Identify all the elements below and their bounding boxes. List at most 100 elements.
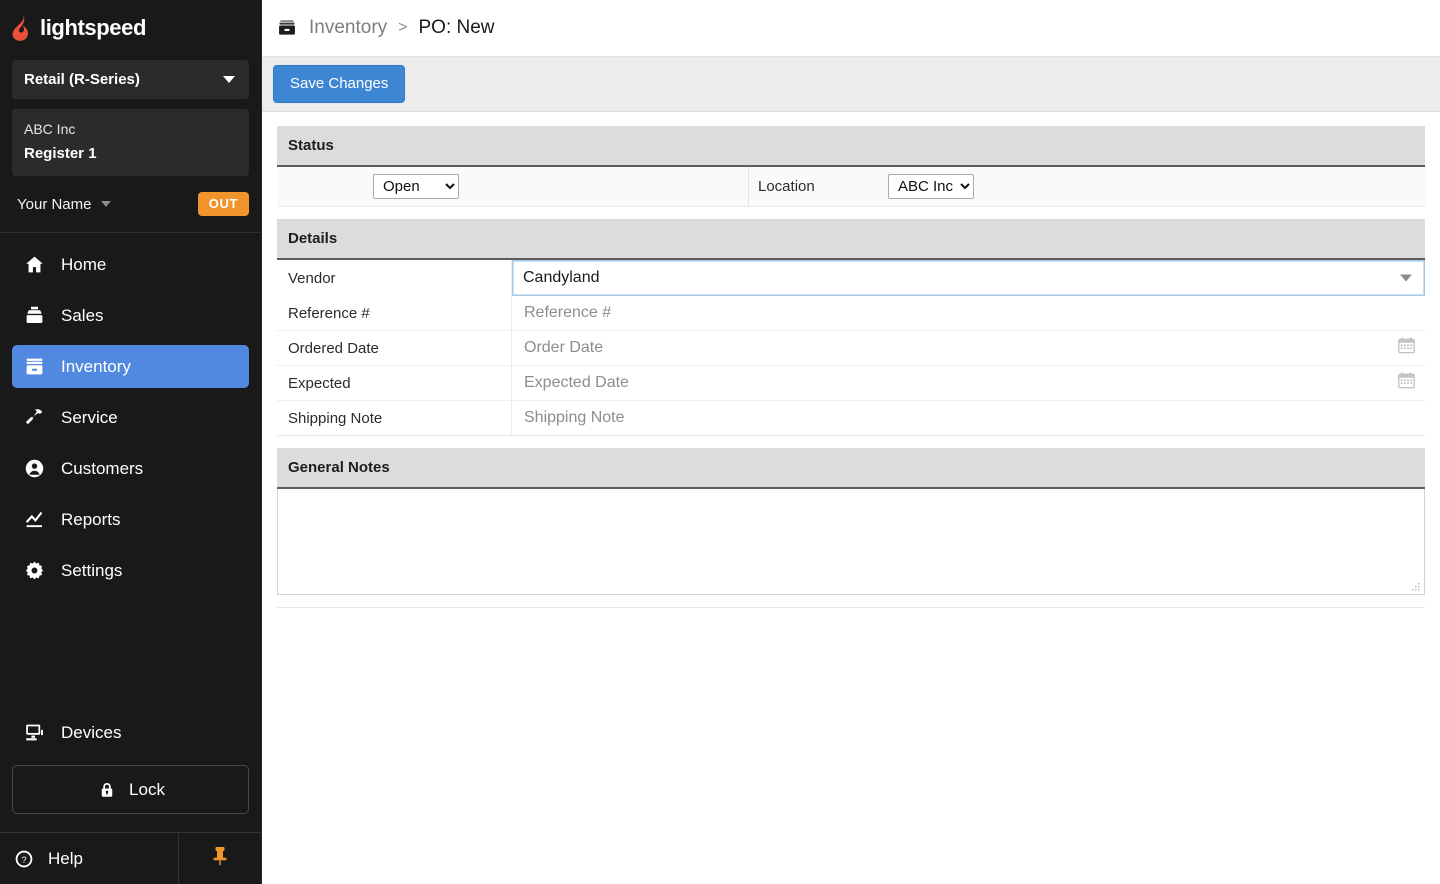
product-selector[interactable]: Retail (R-Series) bbox=[12, 60, 249, 99]
form-scroll-area: Status Open Location ABC Inc Details Ven… bbox=[262, 112, 1440, 884]
general-notes-title: General Notes bbox=[277, 448, 1425, 489]
page-title: PO: New bbox=[418, 17, 495, 38]
ordered-date-input[interactable] bbox=[512, 332, 1425, 364]
monitor-icon bbox=[23, 722, 45, 744]
sidebar-item-inventory[interactable]: Inventory bbox=[12, 345, 249, 389]
status-row: Open Location ABC Inc bbox=[277, 167, 1425, 207]
status-select[interactable]: Open bbox=[373, 174, 459, 199]
brand-name: lightspeed bbox=[40, 15, 147, 40]
general-notes-panel: General Notes bbox=[277, 448, 1425, 595]
sidebar-item-label: Customers bbox=[61, 458, 144, 478]
sidebar-item-label: Sales bbox=[61, 305, 104, 325]
textarea-resize-handle[interactable] bbox=[1410, 580, 1422, 592]
sidebar-item-label: Home bbox=[61, 254, 107, 274]
svg-text:?: ? bbox=[21, 854, 26, 864]
reference-field bbox=[512, 296, 1425, 330]
help-bar: ? Help bbox=[0, 832, 261, 884]
breadcrumb-parent[interactable]: Inventory bbox=[309, 17, 387, 39]
register-info[interactable]: ABC Inc Register 1 bbox=[12, 109, 249, 177]
sidebar-item-devices[interactable]: Devices bbox=[12, 711, 249, 754]
expected-date-field bbox=[512, 366, 1425, 400]
content-divider bbox=[277, 607, 1425, 608]
sidebar-divider bbox=[0, 232, 261, 234]
ordered-date-field bbox=[512, 331, 1425, 365]
breadcrumb-separator: > bbox=[398, 19, 408, 36]
expected-date-input[interactable] bbox=[512, 367, 1425, 399]
chevron-down-icon bbox=[223, 76, 235, 83]
reference-label: Reference # bbox=[277, 296, 512, 330]
location-select-cell: ABC Inc bbox=[884, 167, 1425, 206]
brand-logo[interactable]: lightspeed bbox=[0, 0, 261, 56]
sidebar-nav: Home Sales Inventory Service Customers R… bbox=[0, 243, 261, 600]
details-panel: Details Vendor Reference # bbox=[277, 219, 1425, 436]
sidebar-item-customers[interactable]: Customers bbox=[12, 447, 249, 490]
table-row: Reference # bbox=[277, 296, 1425, 331]
product-selector-value: Retail (R-Series) bbox=[24, 71, 140, 88]
register-company: ABC Inc bbox=[24, 121, 76, 137]
table-row: Ordered Date bbox=[277, 331, 1425, 366]
sidebar-item-label: Service bbox=[61, 407, 118, 427]
register-name: Register 1 bbox=[24, 144, 97, 162]
user-name: Your Name bbox=[17, 195, 92, 213]
help-button[interactable]: ? Help bbox=[0, 833, 178, 884]
status-select-cell: Open bbox=[277, 167, 749, 206]
vendor-label: Vendor bbox=[277, 260, 512, 296]
location-label: Location bbox=[758, 178, 815, 195]
help-button-label: Help bbox=[48, 848, 83, 868]
sidebar-item-settings[interactable]: Settings bbox=[12, 549, 249, 592]
pin-sidebar-button[interactable] bbox=[178, 833, 261, 884]
shipping-note-label: Shipping Note bbox=[277, 401, 512, 435]
vendor-input[interactable] bbox=[513, 269, 1424, 287]
sidebar-item-home[interactable]: Home bbox=[12, 243, 249, 286]
general-notes-textarea[interactable] bbox=[278, 489, 1424, 594]
inventory-box-icon bbox=[276, 17, 298, 39]
status-panel: Status Open Location ABC Inc bbox=[277, 126, 1425, 207]
lock-button[interactable]: Lock bbox=[12, 765, 249, 814]
sidebar-item-label: Reports bbox=[61, 509, 121, 529]
shipping-note-input[interactable] bbox=[512, 402, 1425, 434]
calendar-icon[interactable] bbox=[1398, 337, 1415, 359]
clock-status-badge[interactable]: OUT bbox=[197, 192, 249, 217]
lightspeed-flame-icon bbox=[11, 15, 33, 41]
sidebar-item-reports[interactable]: Reports bbox=[12, 498, 249, 541]
reference-input[interactable] bbox=[512, 297, 1425, 329]
sidebar-item-label: Inventory bbox=[61, 356, 131, 376]
expected-label: Expected bbox=[277, 366, 512, 400]
question-circle-icon: ? bbox=[13, 848, 35, 870]
action-toolbar: Save Changes bbox=[262, 57, 1440, 112]
chevron-down-icon[interactable] bbox=[1400, 274, 1412, 282]
main-content: Inventory > PO: New Save Changes Status … bbox=[262, 0, 1440, 884]
chart-line-icon bbox=[23, 509, 45, 531]
sidebar-item-label: Devices bbox=[61, 722, 122, 742]
breadcrumb: Inventory > PO: New bbox=[262, 0, 1440, 57]
inventory-box-icon bbox=[23, 356, 45, 378]
app-root: lightspeed Retail (R-Series) ABC Inc Reg… bbox=[0, 0, 1440, 884]
calendar-icon[interactable] bbox=[1398, 372, 1415, 394]
sales-register-icon bbox=[23, 305, 45, 327]
location-select[interactable]: ABC Inc bbox=[888, 174, 974, 199]
user-menu[interactable]: Your Name bbox=[17, 196, 111, 213]
status-panel-title: Status bbox=[277, 126, 1425, 167]
sidebar: lightspeed Retail (R-Series) ABC Inc Reg… bbox=[0, 0, 262, 884]
sidebar-item-sales[interactable]: Sales bbox=[12, 294, 249, 337]
purchase-order-form: Status Open Location ABC Inc Details Ven… bbox=[262, 112, 1440, 608]
user-row: Your Name OUT bbox=[0, 176, 261, 232]
vendor-combobox[interactable] bbox=[512, 260, 1425, 296]
hammer-icon bbox=[23, 407, 45, 429]
save-changes-button[interactable]: Save Changes bbox=[273, 65, 406, 103]
sidebar-item-service[interactable]: Service bbox=[12, 396, 249, 439]
pushpin-icon bbox=[211, 845, 229, 872]
general-notes-body bbox=[277, 489, 1425, 595]
details-panel-title: Details bbox=[277, 219, 1425, 260]
home-icon bbox=[23, 254, 45, 276]
lock-button-label: Lock bbox=[129, 779, 165, 799]
table-row: Expected bbox=[277, 366, 1425, 401]
gear-icon bbox=[23, 560, 45, 582]
chevron-down-icon bbox=[100, 201, 111, 208]
sidebar-item-label: Settings bbox=[61, 560, 123, 580]
table-row: Shipping Note bbox=[277, 401, 1425, 436]
person-icon bbox=[23, 458, 45, 480]
table-row: Vendor bbox=[277, 260, 1425, 296]
lock-icon bbox=[96, 779, 118, 801]
